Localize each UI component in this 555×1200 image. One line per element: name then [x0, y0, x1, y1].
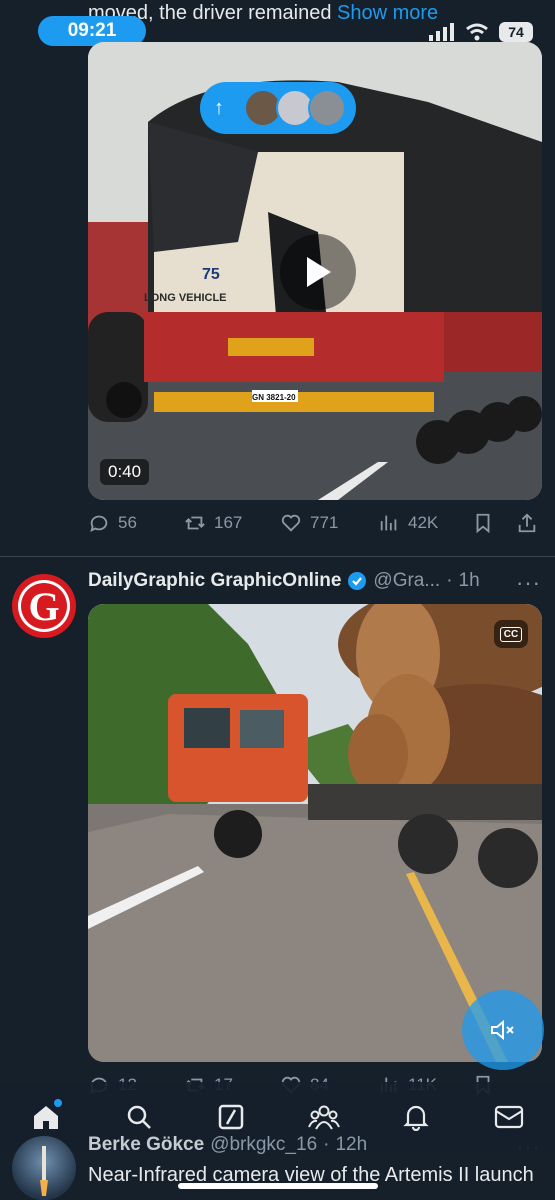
new-posts-pill[interactable]: ↑: [200, 82, 356, 134]
search-icon: [127, 1105, 151, 1129]
reply-icon: [90, 515, 108, 533]
messages-icon: [494, 1105, 523, 1129]
verified-icon: [348, 572, 367, 590]
truck-label: LONG VEHICLE: [144, 292, 227, 304]
post-time: 12h: [335, 1134, 368, 1155]
play-icon: [307, 257, 331, 287]
signal-icon: [429, 23, 454, 41]
heart-icon: [281, 514, 301, 532]
nav-messages[interactable]: [489, 1097, 529, 1137]
speaker-muted-icon: [491, 1019, 514, 1041]
closed-captions-button[interactable]: CC: [494, 620, 528, 648]
nav-communities[interactable]: [304, 1097, 344, 1137]
repost-icon: [185, 516, 205, 530]
mute-button[interactable]: [462, 990, 544, 1070]
graphic-logo: G: [18, 580, 70, 632]
truck-number: 75: [202, 266, 220, 283]
nav-notifications[interactable]: [396, 1097, 436, 1137]
grok-icon: [219, 1104, 244, 1130]
author-name[interactable]: DailyGraphic GraphicOnline: [88, 570, 341, 592]
rocket-avatar-image: [40, 1146, 48, 1196]
nav-grok[interactable]: [211, 1097, 251, 1137]
avatar[interactable]: [12, 1136, 76, 1200]
home-indicator: [178, 1183, 378, 1189]
avatar-letter: G: [28, 584, 59, 629]
share-icon: [518, 513, 536, 533]
arrow-up-icon: ↑: [214, 96, 224, 119]
truck-plate: GN 3821-20: [252, 393, 296, 402]
author-handle[interactable]: @Gra...: [373, 570, 440, 592]
reply-button[interactable]: 56: [88, 512, 137, 534]
communities-icon: [307, 1105, 340, 1130]
avatar[interactable]: G: [12, 574, 76, 638]
nav-home[interactable]: [26, 1097, 66, 1137]
avatar: [308, 89, 346, 127]
logging-truck-video-frame: [88, 604, 542, 1062]
wifi-icon: [466, 23, 488, 41]
divider: [0, 556, 555, 557]
bookmark-icon: [476, 513, 490, 534]
repost-button[interactable]: 167: [184, 512, 242, 534]
post-time: 1h: [458, 570, 480, 591]
more-options-icon[interactable]: ···: [516, 570, 541, 596]
author-name[interactable]: Berke Gökce: [88, 1134, 204, 1156]
post-video[interactable]: [88, 604, 542, 1062]
battery-indicator: 74: [499, 22, 533, 42]
status-icons: 74: [429, 22, 533, 42]
show-more-link[interactable]: Show more: [337, 2, 438, 24]
post-author-line: Berke Gökce @brkgkc_16 · 12h: [88, 1134, 368, 1156]
notifications-icon: [403, 1105, 429, 1131]
share-button[interactable]: [516, 512, 538, 534]
author-handle[interactable]: @brkgkc_16: [210, 1134, 317, 1156]
play-button[interactable]: [280, 234, 356, 310]
views-icon: [380, 515, 397, 531]
cc-icon: CC: [499, 626, 523, 642]
like-button[interactable]: 771: [280, 512, 338, 534]
video-duration: 0:40: [100, 459, 150, 485]
nav-search[interactable]: [119, 1097, 159, 1137]
post-author-line: DailyGraphic GraphicOnline @Gra... · 1h: [88, 570, 480, 592]
bookmark-button[interactable]: [472, 512, 494, 534]
post-actions: 56 167 771 42K: [88, 512, 542, 542]
views-button[interactable]: 42K: [378, 512, 438, 534]
